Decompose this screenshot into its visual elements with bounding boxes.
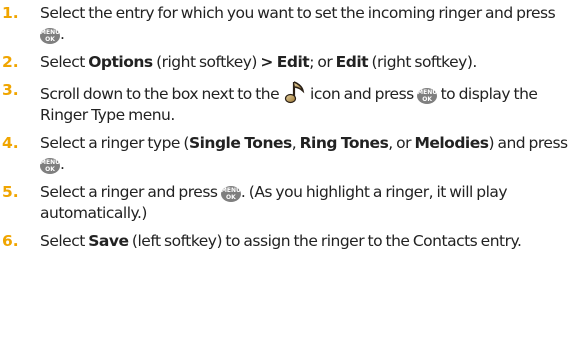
step-text: Select xyxy=(40,53,89,71)
step-text: (left softkey) to assign the ringer to t… xyxy=(128,232,522,250)
menu-ok-key-icon: MENU OK xyxy=(220,186,241,202)
step-text: ) and press xyxy=(488,134,568,152)
step-text: Scroll down to the box next to the xyxy=(40,85,283,103)
instruction-steps: 1 Select the entry for which you want to… xyxy=(0,3,581,252)
step-text: ; or xyxy=(309,53,336,71)
menu-ok-key-icon: MENU OK xyxy=(417,88,438,104)
save-label: Save xyxy=(88,232,129,250)
melodies-label: Melodies xyxy=(414,134,489,152)
step-text: , or xyxy=(388,134,415,152)
step-2: 2 Select Options (right softkey) > Edit;… xyxy=(0,52,581,73)
step-number: 4 xyxy=(2,133,19,154)
musical-note-icon xyxy=(284,81,304,104)
step-text: (right softkey) xyxy=(152,53,261,71)
step-number: 3 xyxy=(2,80,19,101)
ring-tones-label: Ring Tones xyxy=(299,134,389,152)
step-number: 2 xyxy=(2,52,19,73)
edit-path-label: > Edit xyxy=(260,53,310,71)
step-text: Select the entry for which you want to s… xyxy=(40,4,556,22)
step-text: Select xyxy=(40,232,89,250)
step-text: , xyxy=(291,134,300,152)
single-tones-label: Single Tones xyxy=(188,134,292,152)
step-text: (right softkey). xyxy=(368,53,477,71)
step-text: . xyxy=(60,155,65,173)
step-number: 1 xyxy=(2,3,19,24)
menu-ok-key-icon: MENU OK xyxy=(40,158,60,174)
step-4: 4 Select a ringer type (Single Tones, Ri… xyxy=(0,133,581,175)
step-6: 6 Select Save (left softkey) to assign t… xyxy=(0,231,581,252)
step-text: icon and press xyxy=(306,85,418,103)
step-3: 3 Scroll down to the box next to the ico… xyxy=(0,80,581,126)
step-number: 6 xyxy=(2,231,19,252)
edit-label: Edit xyxy=(335,53,369,71)
step-1: 1 Select the entry for which you want to… xyxy=(0,3,581,45)
step-5: 5 Select a ringer and press MENUOK. (As … xyxy=(0,182,581,224)
step-number: 5 xyxy=(2,182,19,203)
step-text: Select a ringer and press xyxy=(40,183,221,201)
step-text: . xyxy=(60,25,65,43)
step-text: Select a ringer type ( xyxy=(40,134,189,152)
menu-ok-key-icon: MENU OK xyxy=(40,28,60,44)
options-label: Options xyxy=(88,53,153,71)
